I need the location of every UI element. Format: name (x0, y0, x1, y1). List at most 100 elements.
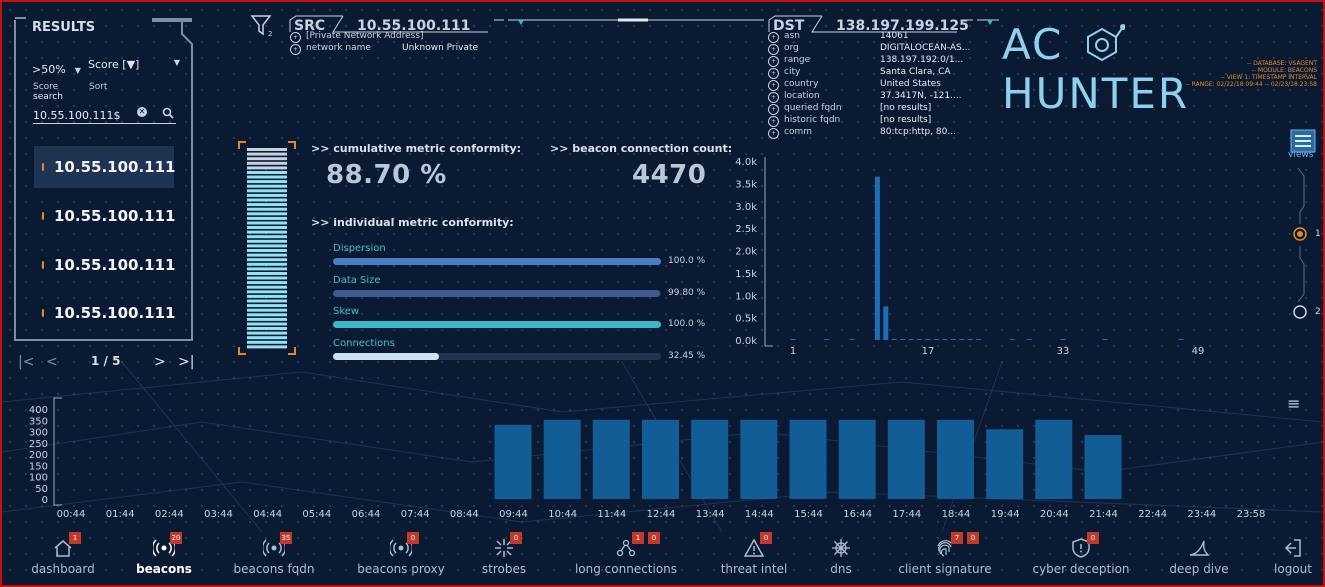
timeline-x-tick: 16:44 (843, 509, 872, 520)
timeline-x-tick: 01:44 (106, 509, 135, 520)
hist-y-tick: 4.0k (735, 157, 757, 168)
nav-threat-intel[interactable]: 0 threat intel (714, 532, 794, 578)
result-item[interactable]: 10.55.100.111 (34, 146, 175, 188)
chevron-down-icon: ▼ (74, 66, 81, 75)
filter-icon[interactable]: 2 (250, 14, 276, 38)
timeline-bar (887, 419, 925, 499)
metric-percent: 100.0 % (668, 256, 706, 266)
gauge-segment (247, 198, 287, 202)
score-filter-dropdown[interactable]: >50% ▼ (32, 58, 82, 77)
info-row-icon: + (290, 32, 301, 43)
metric-name: Skew (333, 306, 360, 317)
hist-bar (900, 339, 906, 340)
gauge-segment (247, 258, 287, 262)
metric-bar-fill (333, 352, 440, 360)
gauge-segment (247, 157, 287, 161)
histogram-chart: 0.0k 0.5k 1.0k 1.5k 2.0k 2.5k 3.0k 3.5k 4.0k 1 17 3… (735, 157, 1204, 357)
dst-info-value: 37.3417N, -121.... (880, 91, 962, 101)
gauge-segment (247, 184, 287, 188)
nav-logout[interactable]: logout (1265, 532, 1321, 578)
pager-indicator: 1 / 5 (91, 354, 121, 368)
connection-count-value: 4470 (632, 160, 707, 190)
nav-deep-dive[interactable]: deep dive (1167, 532, 1231, 578)
result-item[interactable]: 10.55.100.111 (34, 244, 175, 286)
dst-info-value: [no results] (880, 115, 932, 125)
gauge-segment (247, 226, 287, 229)
gauge-segment (247, 161, 287, 165)
hist-bar (925, 339, 931, 340)
search-input[interactable]: 10.55.100.111$ ✕ (33, 104, 176, 124)
timeline-y-tick: 100 (29, 473, 48, 484)
views-slider[interactable] (1286, 162, 1322, 322)
hamburger-menu-icon[interactable]: ≡ (1287, 394, 1300, 413)
sort-dropdown[interactable]: Score [▼] ▼ (88, 58, 186, 71)
nav-badge: 0 (967, 532, 979, 544)
hist-bar (874, 176, 880, 340)
result-item[interactable]: 10.55.100.111 (34, 292, 175, 334)
brand-meta-line: -- DATABASE: VSAGENT (1246, 60, 1317, 67)
metric-bar-fill (333, 258, 661, 265)
hist-y-tick: 1.5k (735, 269, 757, 280)
result-item[interactable]: 10.55.100.111 (34, 195, 176, 237)
hist-bar (1102, 339, 1108, 340)
nav-client-signature[interactable]: 7 0 client signature (892, 532, 998, 578)
gauge-segment (247, 152, 287, 156)
timeline-x-tick: 09:44 (499, 509, 528, 520)
timeline-bar (937, 419, 974, 499)
timeline-x-tick: 10:44 (548, 509, 577, 520)
info-row-icon: + (768, 104, 779, 115)
nav-beacons-fqdn[interactable]: 35 beacons fqdn (230, 532, 318, 578)
info-row-icon: + (768, 128, 779, 139)
gauge-segment (247, 216, 287, 220)
dst-info-key: historic fqdn (784, 115, 841, 125)
timeline-x-tick: 07:44 (401, 509, 430, 520)
gauge-segment (247, 253, 287, 257)
results-title: RESULTS (32, 20, 96, 35)
nav-cyber-deception[interactable]: 0 cyber deception (1030, 532, 1132, 578)
gauge-segment (247, 180, 287, 184)
hist-bar (917, 339, 922, 340)
result-marker-icon (42, 261, 44, 269)
hist-bar (942, 339, 948, 340)
timeline-y-tick: 350 (29, 416, 48, 427)
gauge-segment (247, 299, 287, 303)
nav-beacons-proxy[interactable]: 0 beacons proxy (352, 532, 450, 578)
search-icon[interactable] (162, 107, 174, 119)
metric-percent: 32.45 % (668, 350, 706, 361)
hist-bar (933, 339, 939, 340)
first-page-button[interactable]: |< (18, 354, 34, 370)
timeline-x-tick: 23:58 (1237, 509, 1266, 520)
next-page-button[interactable]: > (154, 354, 166, 370)
nav-label: client signature (898, 562, 992, 576)
result-ip: 10.55.100.111 (54, 207, 176, 225)
nav-dns[interactable]: dns (820, 532, 862, 578)
nav-beacons[interactable]: 20 beacons (135, 532, 193, 578)
last-page-button[interactable]: >| (178, 354, 194, 370)
timeline-bar (543, 419, 581, 499)
hist-x-tick: 17 (922, 346, 935, 357)
timeline-x-tick: 20:44 (1040, 509, 1069, 520)
hexagon-network-icon (1086, 24, 1126, 62)
view-2-radio[interactable] (1293, 305, 1307, 319)
gauge-segment (247, 272, 287, 275)
timeline-bar (1084, 435, 1122, 499)
connection-count-label: >> beacon connection count: (550, 142, 733, 155)
timeline-x-tick: 11:44 (597, 509, 626, 520)
metric-percent: 99.80 % (668, 287, 706, 298)
clear-search-icon[interactable]: ✕ (137, 107, 147, 117)
nav-dashboard[interactable]: 1 dashboard (24, 532, 102, 578)
timeline-x-tick: 22:44 (1138, 509, 1167, 520)
result-marker-icon (42, 309, 44, 317)
prev-page-button[interactable]: < (46, 354, 58, 370)
nav-strobes[interactable]: 0 strobes (480, 532, 528, 578)
nav-long-connections[interactable]: 1 0 long connections (572, 532, 680, 578)
gauge-segment (247, 317, 287, 321)
gauge-segment (247, 212, 287, 216)
dst-info-value: Santa Clara, CA (880, 67, 951, 77)
fin-icon (1189, 540, 1210, 556)
view-2-label: 2 (1315, 307, 1321, 317)
nav-badge: 1 (69, 532, 81, 544)
chevron-down-icon: ▼ (173, 58, 180, 67)
timeline-x-tick: 18:44 (942, 509, 971, 520)
hist-bar (824, 339, 830, 340)
